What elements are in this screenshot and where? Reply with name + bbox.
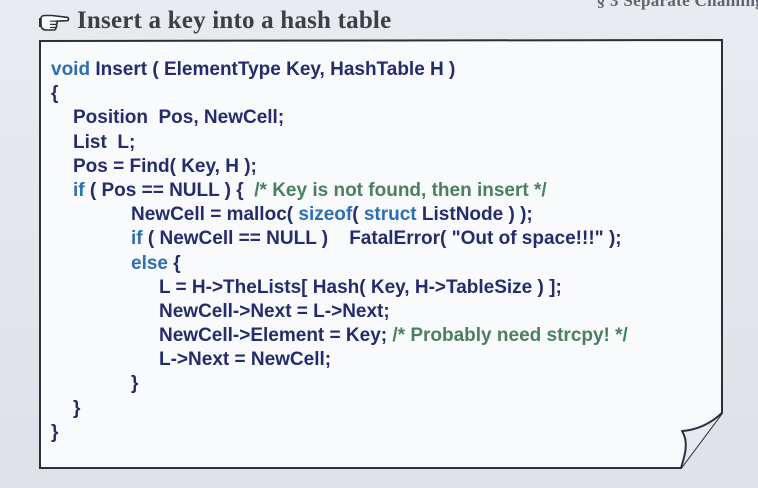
- code-text: NewCell->Next = L->Next;: [159, 300, 390, 322]
- code-comment: /* Key is not found, then insert */: [254, 179, 547, 201]
- code-block: void Insert ( ElementType Key, HashTable…: [51, 58, 628, 445]
- code-line: {: [51, 82, 628, 106]
- code-line: }: [51, 372, 628, 396]
- code-keyword: if: [73, 179, 85, 201]
- code-line: L = H->TheLists[ Hash( Key, H->TableSize…: [51, 276, 628, 300]
- code-text: NewCell = malloc(: [131, 204, 299, 226]
- code-text: ( Pos == NULL ) {: [84, 179, 255, 201]
- code-keyword: struct: [363, 204, 417, 226]
- code-line: NewCell->Element = Key; /* Probably need…: [51, 324, 628, 348]
- code-text: NewCell->Element = Key;: [159, 325, 393, 347]
- code-text: L->Next = NewCell;: [159, 349, 332, 371]
- code-line: NewCell->Next = L->Next;: [51, 300, 628, 324]
- code-text: }: [51, 421, 59, 443]
- code-text: ( NewCell == NULL ) FatalError( "Out of …: [142, 228, 622, 250]
- code-line: void Insert ( ElementType Key, HashTable…: [51, 58, 628, 82]
- code-line: NewCell = malloc( sizeof( struct ListNod…: [51, 203, 628, 227]
- code-text: {: [51, 83, 59, 105]
- code-text: (: [352, 204, 364, 226]
- code-line: List L;: [51, 131, 628, 155]
- code-keyword: void: [51, 59, 91, 80]
- code-text: List L;: [73, 131, 136, 153]
- code-line: L->Next = NewCell;: [51, 348, 628, 372]
- code-line: if ( NewCell == NULL ) FatalError( "Out …: [51, 227, 628, 251]
- code-text: }: [131, 373, 139, 395]
- code-keyword: else: [131, 252, 168, 274]
- code-line: }: [51, 421, 628, 445]
- code-text: {: [167, 252, 181, 274]
- code-keyword: sizeof: [298, 204, 353, 226]
- code-text: Position Pos, NewCell;: [73, 107, 285, 129]
- code-keyword: if: [131, 228, 143, 250]
- code-text: }: [73, 397, 81, 419]
- code-line: Position Pos, NewCell;: [51, 106, 628, 130]
- code-line: if ( Pos == NULL ) { /* Key is not found…: [51, 179, 628, 203]
- code-line: else {: [51, 252, 628, 276]
- code-comment: /* Probably need strcpy! */: [392, 325, 628, 347]
- code-text: L = H->TheLists[ Hash( Key, H->TableSize…: [159, 276, 562, 298]
- code-text: ListNode ) );: [416, 204, 533, 226]
- code-line: }: [51, 397, 628, 421]
- code-text: Insert ( ElementType Key, HashTable H ): [90, 59, 456, 80]
- code-text: Pos = Find( Key, H );: [73, 155, 257, 177]
- code-line: Pos = Find( Key, H );: [51, 155, 628, 179]
